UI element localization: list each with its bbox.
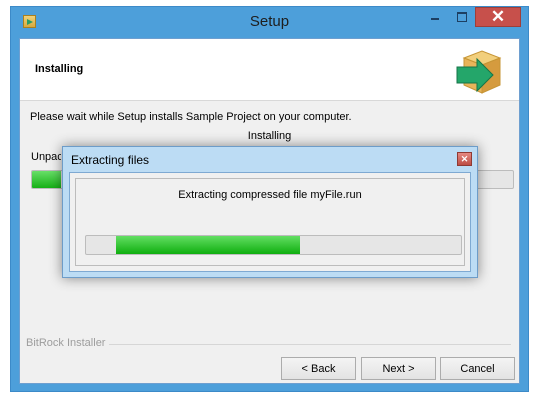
extraction-progress-fill xyxy=(116,236,300,254)
minimize-button[interactable] xyxy=(421,7,448,27)
dialog-client-area: Extracting compressed file myFile.run xyxy=(69,172,471,272)
extraction-progress-bar xyxy=(85,235,462,255)
dialog-close-button[interactable]: ✕ xyxy=(457,152,472,166)
window-controls: ✕ xyxy=(421,7,521,27)
dialog-content-frame: Extracting compressed file myFile.run xyxy=(75,178,465,266)
installer-branding: BitRock Installer xyxy=(26,337,110,349)
installation-progress-fill xyxy=(32,171,61,188)
page-title: Installing xyxy=(35,63,84,75)
package-arrow-icon xyxy=(456,50,502,94)
page-header: Installing xyxy=(20,39,519,101)
back-button[interactable]: < Back xyxy=(281,357,356,380)
extracting-message: Extracting compressed file myFile.run xyxy=(178,189,362,201)
maximize-button[interactable] xyxy=(448,7,475,27)
unpacking-label: Unpacking files xyxy=(31,151,61,163)
title-bar[interactable]: Setup ✕ xyxy=(11,7,528,38)
next-button[interactable]: Next > xyxy=(361,357,436,380)
instructions-text: Please wait while Setup installs Sample … xyxy=(30,111,352,123)
cancel-button[interactable]: Cancel xyxy=(440,357,515,380)
extracting-files-dialog: Extracting files ✕ Extracting compressed… xyxy=(62,146,478,278)
dialog-title: Extracting files xyxy=(71,153,150,167)
close-button[interactable]: ✕ xyxy=(475,7,521,27)
installing-status-text: Installing xyxy=(247,130,292,142)
